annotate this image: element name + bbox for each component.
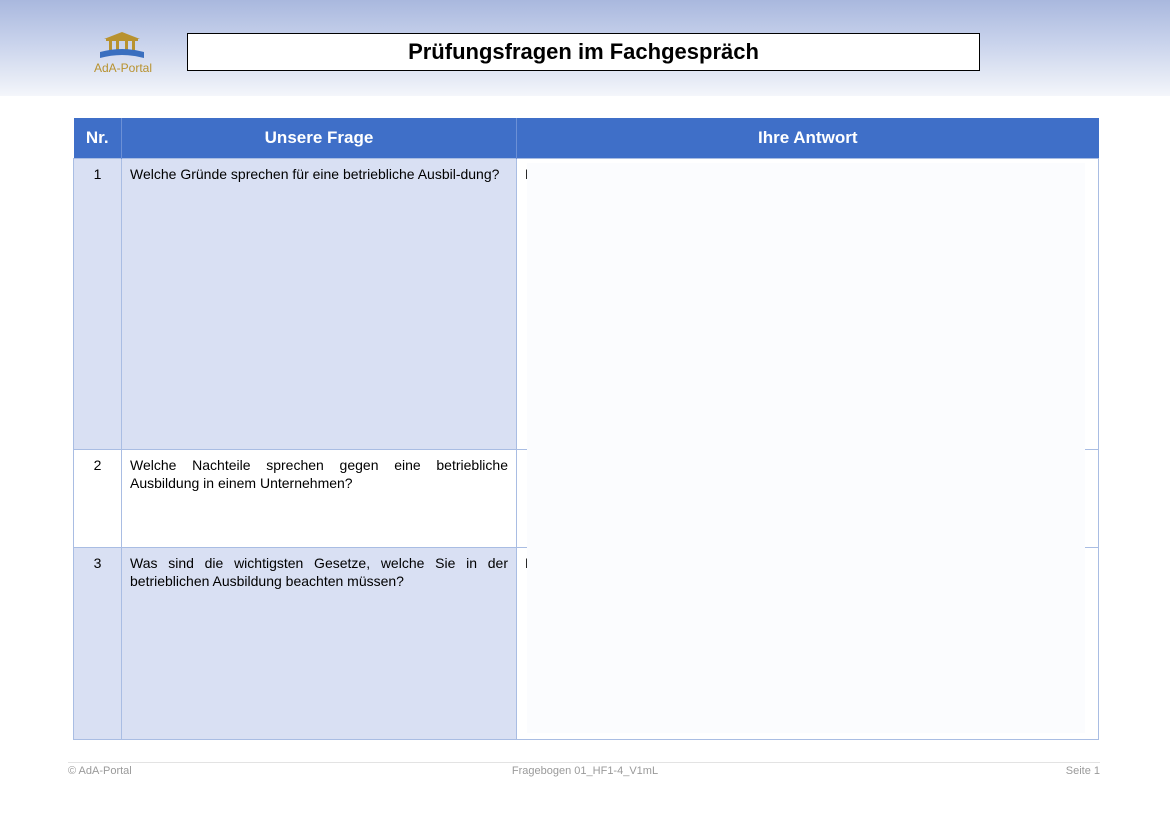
column-header-answer: Ihre Antwort	[516, 118, 1099, 159]
column-header-nr: Nr.	[73, 118, 122, 159]
row-number: 2	[73, 449, 122, 548]
row-number: 1	[73, 158, 122, 450]
table-header-row: Nr. Unsere Frage Ihre Antwort	[73, 118, 1099, 159]
question-text: Welche Gründe sprechen für eine betriebl…	[121, 158, 517, 450]
row-number: 3	[73, 547, 122, 740]
footer-divider	[68, 762, 1100, 763]
question-text: Was sind die wichtigsten Gesetze, welche…	[121, 547, 517, 740]
page-title: Prüfungsfragen im Fachgespräch	[187, 33, 980, 71]
footer-document-id: Fragebogen 01_HF1-4_V1mL	[511, 765, 659, 777]
question-text: Welche Nachteile sprechen gegen eine bet…	[121, 449, 517, 548]
logo-text: AdA-Portal	[93, 61, 153, 75]
footer-page-number: Seite 1	[1065, 765, 1100, 777]
portal-building-icon	[100, 32, 144, 58]
redacted-answers-overlay	[527, 163, 1085, 733]
logo: AdA-Portal	[88, 30, 158, 76]
column-header-question: Unsere Frage	[121, 118, 517, 159]
